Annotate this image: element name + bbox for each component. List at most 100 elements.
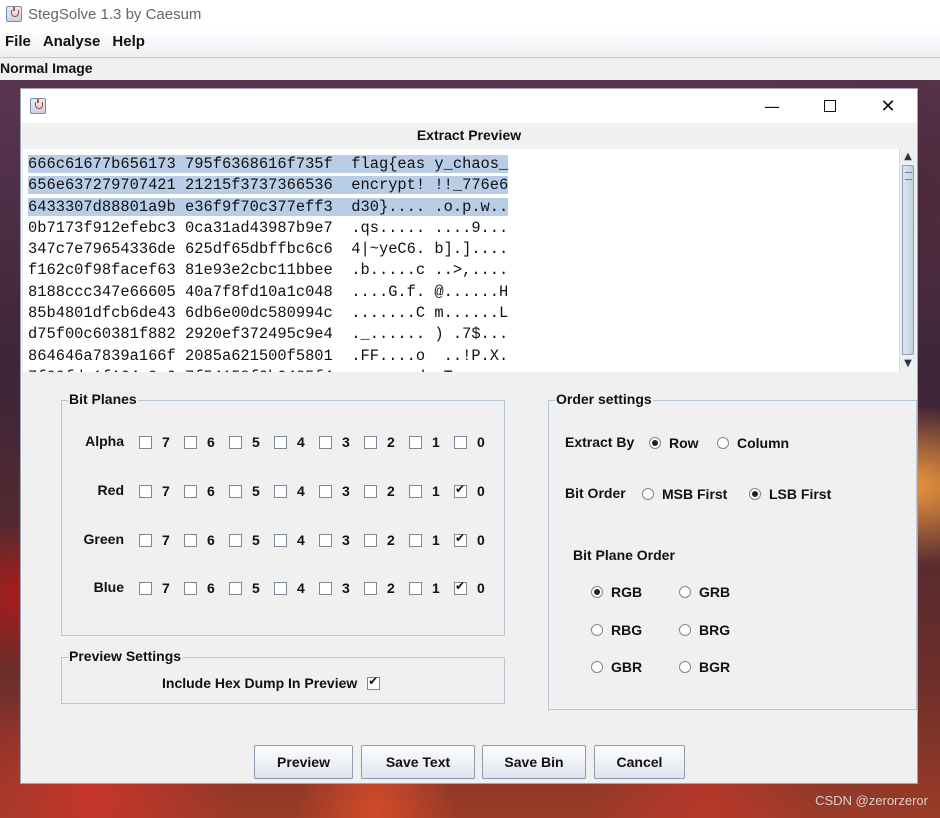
- msb-first-option[interactable]: MSB First: [642, 486, 727, 502]
- bit-plane-blue-7[interactable]: 7: [139, 580, 170, 596]
- bit-plane-green-0[interactable]: 0: [454, 531, 485, 548]
- bit-checkbox[interactable]: [139, 533, 152, 547]
- bit-plane-red-4[interactable]: 4: [274, 483, 305, 499]
- bit-checkbox[interactable]: [184, 533, 197, 547]
- bit-checkbox[interactable]: [184, 484, 197, 498]
- minimize-button[interactable]: —: [743, 89, 801, 123]
- scroll-down-arrow-icon[interactable]: ▼: [901, 357, 915, 371]
- plane-order-radio[interactable]: [679, 586, 691, 598]
- bit-checkbox[interactable]: [364, 435, 377, 449]
- bit-checkbox[interactable]: [229, 484, 242, 498]
- bit-plane-red-0[interactable]: 0: [454, 482, 485, 499]
- bit-plane-alpha-4[interactable]: 4: [274, 434, 305, 450]
- lsb-first-radio[interactable]: [749, 488, 761, 500]
- bit-plane-alpha-3[interactable]: 3: [319, 434, 350, 450]
- bit-checkbox[interactable]: [184, 581, 197, 595]
- plane-order-gbr-option[interactable]: GBR: [591, 659, 642, 675]
- bit-plane-blue-3[interactable]: 3: [319, 580, 350, 596]
- bit-plane-green-6[interactable]: 6: [184, 532, 215, 548]
- save-text-button[interactable]: Save Text: [361, 745, 475, 779]
- bit-plane-red-6[interactable]: 6: [184, 483, 215, 499]
- menu-help[interactable]: Help: [106, 33, 151, 50]
- bit-plane-red-5[interactable]: 5: [229, 483, 260, 499]
- menu-file[interactable]: File: [0, 33, 37, 50]
- bit-checkbox[interactable]: [454, 579, 467, 595]
- plane-order-radio[interactable]: [591, 661, 603, 673]
- bit-checkbox[interactable]: [364, 484, 377, 498]
- extract-by-row-option[interactable]: Row: [649, 435, 699, 451]
- bit-plane-blue-2[interactable]: 2: [364, 580, 395, 596]
- preview-scrollbar[interactable]: ▲ ▼: [899, 149, 916, 372]
- scroll-thumb[interactable]: [902, 165, 914, 355]
- bit-checkbox[interactable]: [409, 484, 422, 498]
- bit-checkbox[interactable]: [274, 435, 287, 449]
- bit-plane-alpha-0[interactable]: 0: [454, 434, 485, 450]
- maximize-button[interactable]: [801, 89, 859, 123]
- bit-checkbox[interactable]: [229, 581, 242, 595]
- bit-checkbox[interactable]: [319, 435, 332, 449]
- plane-order-radio[interactable]: [679, 661, 691, 673]
- bit-plane-blue-5[interactable]: 5: [229, 580, 260, 596]
- bit-plane-red-7[interactable]: 7: [139, 483, 170, 499]
- plane-order-bgr-option[interactable]: BGR: [679, 659, 730, 675]
- extract-by-row-radio[interactable]: [649, 437, 661, 449]
- plane-order-radio[interactable]: [679, 624, 691, 636]
- scroll-up-arrow-icon[interactable]: ▲: [901, 150, 915, 164]
- bit-checkbox[interactable]: [274, 533, 287, 547]
- hex-preview-textarea[interactable]: 666c61677b656173 795f6368616f735f flag{e…: [23, 149, 899, 372]
- extract-by-column-option[interactable]: Column: [717, 435, 789, 451]
- bit-plane-blue-1[interactable]: 1: [409, 580, 440, 596]
- bit-checkbox[interactable]: [229, 533, 242, 547]
- bit-plane-blue-4[interactable]: 4: [274, 580, 305, 596]
- bit-plane-green-4[interactable]: 4: [274, 532, 305, 548]
- bit-plane-alpha-1[interactable]: 1: [409, 434, 440, 450]
- bit-plane-blue-0[interactable]: 0: [454, 579, 485, 596]
- bit-checkbox[interactable]: [319, 581, 332, 595]
- bit-checkbox[interactable]: [139, 435, 152, 449]
- bit-checkbox[interactable]: [184, 435, 197, 449]
- bit-checkbox[interactable]: [409, 581, 422, 595]
- plane-order-rgb-option[interactable]: RGB: [591, 584, 642, 600]
- bit-checkbox[interactable]: [139, 581, 152, 595]
- bit-plane-green-5[interactable]: 5: [229, 532, 260, 548]
- lsb-first-option[interactable]: LSB First: [749, 486, 831, 502]
- close-button[interactable]: ✕: [859, 89, 917, 123]
- bit-checkbox[interactable]: [364, 581, 377, 595]
- bit-plane-green-2[interactable]: 2: [364, 532, 395, 548]
- bit-checkbox[interactable]: [319, 484, 332, 498]
- bit-plane-green-7[interactable]: 7: [139, 532, 170, 548]
- bit-plane-green-3[interactable]: 3: [319, 532, 350, 548]
- menu-analyse[interactable]: Analyse: [37, 33, 107, 50]
- bit-checkbox[interactable]: [364, 533, 377, 547]
- bit-checkbox[interactable]: [409, 435, 422, 449]
- plane-order-radio[interactable]: [591, 624, 603, 636]
- bit-plane-alpha-5[interactable]: 5: [229, 434, 260, 450]
- plane-order-rbg-option[interactable]: RBG: [591, 622, 642, 638]
- bit-checkbox[interactable]: [454, 531, 467, 547]
- save-bin-button[interactable]: Save Bin: [482, 745, 586, 779]
- bit-plane-blue-6[interactable]: 6: [184, 580, 215, 596]
- bit-plane-red-3[interactable]: 3: [319, 483, 350, 499]
- bit-checkbox[interactable]: [274, 484, 287, 498]
- bit-checkbox[interactable]: [319, 533, 332, 547]
- bit-plane-alpha-2[interactable]: 2: [364, 434, 395, 450]
- bit-checkbox[interactable]: [274, 581, 287, 595]
- plane-order-grb-option[interactable]: GRB: [679, 584, 730, 600]
- bit-plane-red-1[interactable]: 1: [409, 483, 440, 499]
- cancel-button[interactable]: Cancel: [594, 745, 685, 779]
- bit-checkbox[interactable]: [454, 435, 467, 449]
- msb-first-radio[interactable]: [642, 488, 654, 500]
- bit-checkbox[interactable]: [454, 482, 467, 498]
- bit-checkbox[interactable]: [229, 435, 242, 449]
- extract-by-column-radio[interactable]: [717, 437, 729, 449]
- bit-checkbox[interactable]: [409, 533, 422, 547]
- bit-plane-alpha-7[interactable]: 7: [139, 434, 170, 450]
- plane-order-brg-option[interactable]: BRG: [679, 622, 730, 638]
- hex-dump-checkbox[interactable]: [367, 674, 381, 690]
- bit-plane-alpha-6[interactable]: 6: [184, 434, 215, 450]
- bit-plane-red-2[interactable]: 2: [364, 483, 395, 499]
- bit-checkbox[interactable]: [139, 484, 152, 498]
- bit-plane-green-1[interactable]: 1: [409, 532, 440, 548]
- plane-order-radio[interactable]: [591, 586, 603, 598]
- preview-button[interactable]: Preview: [254, 745, 353, 779]
